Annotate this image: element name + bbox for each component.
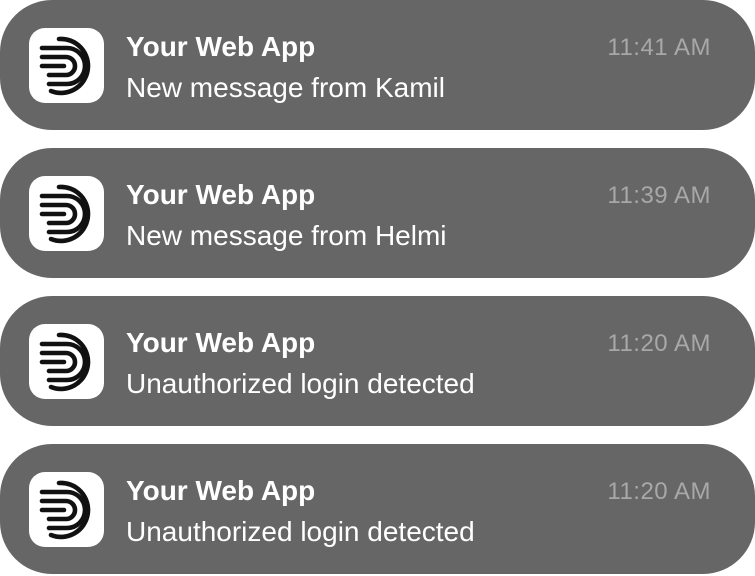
notification-card[interactable]: Your Web App Unauthorized login detected… [0, 296, 755, 426]
notification-stack: Your Web App New message from Kamil 11:4… [0, 0, 755, 576]
notification-message: Unauthorized login detected [126, 516, 475, 547]
notification-card[interactable]: Your Web App Unauthorized login detected… [0, 444, 755, 574]
notification-app-name: Your Web App [126, 327, 316, 358]
app-logo-icon [29, 176, 104, 251]
notification-message: Unauthorized login detected [126, 368, 475, 399]
notification-message: New message from Helmi [126, 220, 447, 251]
notification-message: New message from Kamil [126, 72, 445, 103]
notification-app-name: Your Web App [126, 179, 316, 210]
app-logo-icon [29, 472, 104, 547]
notification-time: 11:41 AM [607, 34, 711, 61]
notification-time: 11:20 AM [607, 478, 711, 505]
app-logo-icon [29, 28, 104, 103]
app-logo-icon [29, 324, 104, 399]
notification-app-name: Your Web App [126, 31, 316, 62]
notification-time: 11:39 AM [607, 182, 711, 209]
notification-card[interactable]: Your Web App New message from Kamil 11:4… [0, 0, 755, 130]
notification-card[interactable]: Your Web App New message from Helmi 11:3… [0, 148, 755, 278]
notification-time: 11:20 AM [607, 330, 711, 357]
notification-app-name: Your Web App [126, 475, 316, 506]
